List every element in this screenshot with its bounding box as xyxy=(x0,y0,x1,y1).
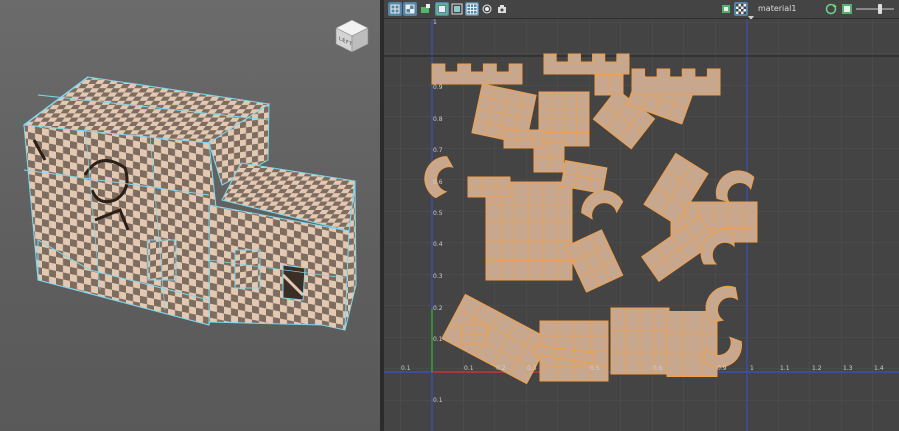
image-display-icon[interactable] xyxy=(435,2,449,16)
v-tick-label: 0.6 xyxy=(433,179,443,186)
v-tick-label: 1 xyxy=(433,19,437,26)
camera-icon[interactable] xyxy=(495,2,509,16)
uv-shell[interactable] xyxy=(666,311,718,377)
u-tick-label: 1.1 xyxy=(780,365,790,372)
model-3d-view[interactable] xyxy=(0,0,380,431)
u-tick-label: 0.5 xyxy=(590,365,600,372)
uv-canvas[interactable]: 0.1 0.1 0.2 0.3 0.5 0.6 0.9 1 1.1 1.2 1.… xyxy=(384,19,899,431)
texture-swatch-icon[interactable] xyxy=(840,2,854,16)
checker-toggle-icon[interactable] xyxy=(734,2,748,16)
uv-display-icon[interactable] xyxy=(388,2,402,16)
sync-icon[interactable] xyxy=(824,2,838,16)
u-tick-label: 1.2 xyxy=(812,365,822,372)
shaded-icon[interactable] xyxy=(418,2,432,16)
v-tick-label: 0.1 xyxy=(433,336,443,343)
v-tick-label: 0.3 xyxy=(433,273,443,280)
material-name[interactable]: material1 xyxy=(758,4,796,13)
perspective-viewport[interactable]: LEFT xyxy=(0,0,380,431)
texture-icon[interactable] xyxy=(719,2,733,16)
u-tick-label: 0.1 xyxy=(464,365,474,372)
v-tick-label: 0.9 xyxy=(433,84,443,91)
view-cube[interactable]: LEFT xyxy=(330,16,374,56)
grid-icon[interactable] xyxy=(465,2,479,16)
uv-toolbar: material1 xyxy=(384,0,899,20)
u-tick-label: 0.1 xyxy=(401,365,411,372)
u-tick-label: 0.9 xyxy=(717,365,727,372)
dim-image-icon[interactable] xyxy=(450,2,464,16)
u-tick-label: 0.3 xyxy=(527,365,537,372)
uv-shell[interactable] xyxy=(467,176,511,198)
v-tick-label: 0.4 xyxy=(433,241,443,248)
uv-shell[interactable] xyxy=(594,74,624,96)
u-tick-label: 1.4 xyxy=(874,365,884,372)
uv-editor-panel: material1 0.1 0.1 0.2 0.3 0.5 0.6 0.9 1 … xyxy=(384,0,899,431)
v-tick-label: 0.2 xyxy=(433,305,443,312)
uv-shell[interactable] xyxy=(538,91,590,147)
v-tick-label: 0.5 xyxy=(433,210,443,217)
v-tick-label-below: 0.1 xyxy=(433,397,443,404)
u-tick-label: 0.6 xyxy=(653,365,663,372)
checker-icon[interactable] xyxy=(403,2,417,16)
slider-handle[interactable] xyxy=(878,4,882,14)
uv-shell[interactable] xyxy=(461,323,487,345)
uv-shell[interactable] xyxy=(503,129,545,149)
u-tick-label: 1 xyxy=(750,365,754,372)
u-tick-label: 0.2 xyxy=(496,365,506,372)
pixel-snap-icon[interactable] xyxy=(480,2,494,16)
v-tick-label: 0.8 xyxy=(433,116,443,123)
v-tick-label: 0.7 xyxy=(433,147,443,154)
u-tick-label: 1.3 xyxy=(843,365,853,372)
exposure-slider[interactable] xyxy=(856,4,894,14)
